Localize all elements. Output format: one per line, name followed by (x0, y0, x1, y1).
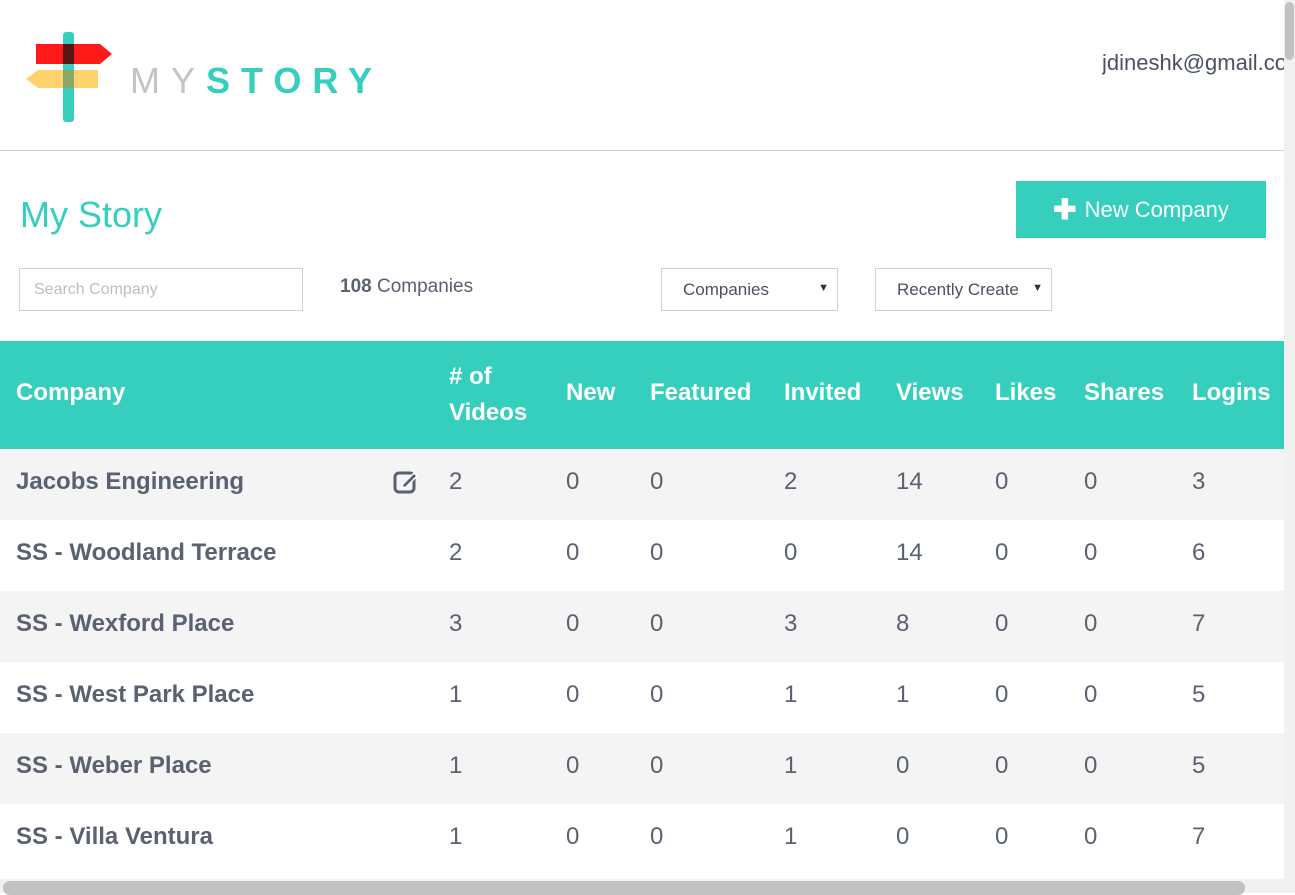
cell-videos: 2 (449, 539, 463, 566)
cell-shares: 0 (1084, 468, 1098, 495)
cell-logins: 7 (1192, 610, 1206, 637)
cell-logins: 3 (1192, 468, 1206, 495)
vertical-scrollbar-thumb[interactable] (1285, 2, 1294, 60)
cell-logins: 7 (1192, 823, 1206, 850)
search-input[interactable] (19, 268, 303, 311)
cell-views: 0 (896, 823, 910, 850)
cell-invited: 1 (784, 823, 798, 850)
new-company-label: New Company (1084, 196, 1229, 222)
col-new[interactable]: New (566, 375, 615, 411)
cell-featured: 0 (650, 681, 664, 708)
table-row[interactable]: SS - Weber Place 1 0 0 1 0 0 0 5 (0, 733, 1284, 804)
company-count: 108 Companies (340, 276, 473, 298)
logo-my: MY (130, 60, 206, 101)
company-name[interactable]: SS - Weber Place (16, 752, 212, 780)
col-videos[interactable]: # of Videos (449, 359, 527, 431)
cell-videos: 2 (449, 468, 463, 495)
sort-filter-value: Recently Created (897, 279, 1019, 299)
cell-shares: 0 (1084, 681, 1098, 708)
cell-logins: 5 (1192, 681, 1206, 708)
new-company-button[interactable]: ✚ New Company (1016, 181, 1266, 238)
col-views[interactable]: Views (896, 375, 964, 411)
table-row[interactable]: SS - Woodland Terrace 2 0 0 0 14 0 0 6 (0, 520, 1284, 591)
cell-featured: 0 (650, 539, 664, 566)
cell-views: 8 (896, 610, 910, 637)
cell-new: 0 (566, 681, 580, 708)
cell-shares: 0 (1084, 610, 1098, 637)
logo-wordmark: MYSTORY (130, 60, 383, 102)
cell-featured: 0 (650, 468, 664, 495)
cell-logins: 6 (1192, 539, 1206, 566)
cell-new: 0 (566, 539, 580, 566)
cell-invited: 1 (784, 681, 798, 708)
horizontal-scrollbar[interactable] (0, 879, 1284, 895)
sort-filter-select[interactable]: Recently Created ▼ (875, 268, 1052, 311)
cell-videos: 1 (449, 823, 463, 850)
cell-views: 0 (896, 752, 910, 779)
cell-likes: 0 (995, 752, 1009, 779)
cell-new: 0 (566, 752, 580, 779)
vertical-scrollbar[interactable] (1284, 0, 1295, 893)
company-name[interactable]: SS - Wexford Place (16, 610, 234, 638)
cell-featured: 0 (650, 610, 664, 637)
cell-likes: 0 (995, 539, 1009, 566)
col-logins[interactable]: Logins (1192, 375, 1271, 411)
cell-invited: 0 (784, 539, 798, 566)
cell-videos: 1 (449, 681, 463, 708)
edit-icon[interactable] (393, 468, 419, 494)
cell-views: 1 (896, 681, 910, 708)
col-videos-line1: # of (449, 363, 492, 390)
col-videos-line2: Videos (449, 399, 528, 426)
cell-new: 0 (566, 468, 580, 495)
cell-likes: 0 (995, 610, 1009, 637)
caret-down-icon: ▼ (818, 282, 829, 294)
company-count-number: 108 (340, 276, 372, 297)
company-name[interactable]: SS - Villa Ventura (16, 823, 213, 851)
companies-table: Company # of Videos New Featured Invited… (0, 341, 1284, 875)
cell-logins: 5 (1192, 752, 1206, 779)
col-shares[interactable]: Shares (1084, 375, 1164, 411)
cell-new: 0 (566, 610, 580, 637)
col-likes[interactable]: Likes (995, 375, 1056, 411)
page-title: My Story (20, 194, 163, 235)
table-row[interactable]: Jacobs Engineering 2 0 0 2 14 0 0 3 (0, 449, 1284, 520)
cell-featured: 0 (650, 752, 664, 779)
user-email[interactable]: jdineshk@gmail.com (1102, 50, 1284, 76)
plus-icon: ✚ (1053, 193, 1077, 225)
company-name[interactable]: SS - West Park Place (16, 681, 254, 709)
logo-story: STORY (206, 60, 384, 101)
type-filter-select[interactable]: Companies ▼ (661, 268, 838, 311)
caret-down-icon: ▼ (1032, 282, 1043, 294)
cell-views: 14 (896, 539, 923, 566)
company-name[interactable]: SS - Woodland Terrace (16, 539, 277, 567)
col-featured[interactable]: Featured (650, 375, 751, 411)
cell-videos: 3 (449, 610, 463, 637)
col-invited[interactable]: Invited (784, 375, 861, 411)
table-header: Company # of Videos New Featured Invited… (0, 341, 1284, 449)
cell-likes: 0 (995, 681, 1009, 708)
cell-likes: 0 (995, 823, 1009, 850)
cell-invited: 2 (784, 468, 798, 495)
cell-shares: 0 (1084, 823, 1098, 850)
cell-new: 0 (566, 823, 580, 850)
cell-shares: 0 (1084, 752, 1098, 779)
cell-invited: 1 (784, 752, 798, 779)
table-row[interactable]: SS - Wexford Place 3 0 0 3 8 0 0 7 (0, 591, 1284, 662)
type-filter-value: Companies (683, 279, 769, 299)
header: MYSTORY jdineshk@gmail.com (0, 0, 1284, 151)
table-row[interactable]: SS - Villa Ventura 1 0 0 1 0 0 0 7 (0, 804, 1284, 875)
company-count-label: Companies (376, 276, 474, 297)
cell-videos: 1 (449, 752, 463, 779)
cell-views: 14 (896, 468, 923, 495)
cell-invited: 3 (784, 610, 798, 637)
table-row[interactable]: SS - West Park Place 1 0 0 1 1 0 0 5 (0, 662, 1284, 733)
cell-likes: 0 (995, 468, 1009, 495)
cell-featured: 0 (650, 823, 664, 850)
logo[interactable]: MYSTORY (24, 32, 372, 124)
company-name[interactable]: Jacobs Engineering (16, 468, 244, 496)
col-company[interactable]: Company (16, 375, 125, 411)
cell-shares: 0 (1084, 539, 1098, 566)
signpost-icon (26, 32, 112, 122)
